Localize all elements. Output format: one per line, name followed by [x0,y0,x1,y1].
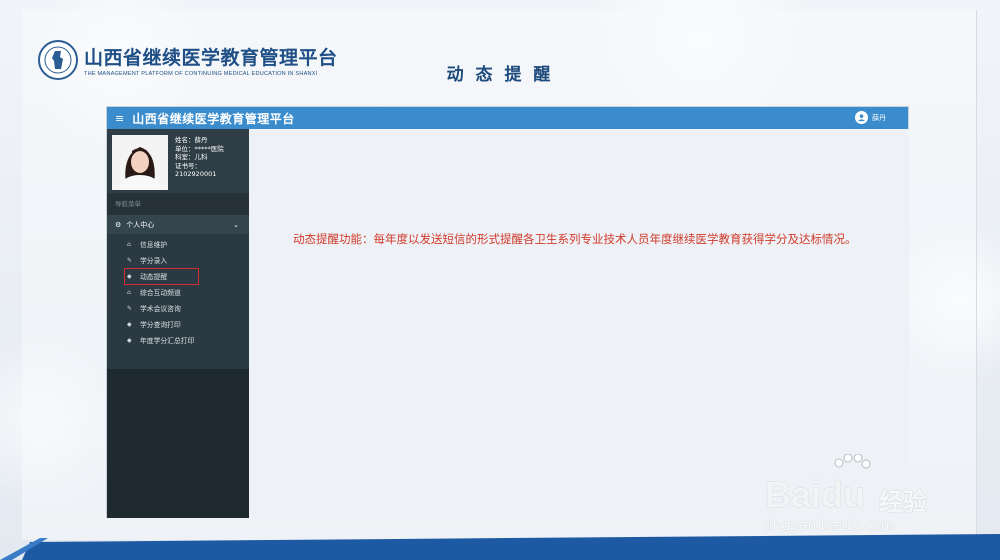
sidebar-item-label: 动态提醒 [140,273,168,281]
nav-group-label: 个人中心 [126,220,155,229]
profile-cert-label: 证书号： [175,161,201,170]
watermark-brand-part1: Bai [765,474,822,515]
user-menu[interactable]: 薛丹 [855,111,886,124]
avatar [112,135,168,190]
watermark-brand-part2: du [821,474,866,515]
nav-list: ⌂ 信息维护 ✎ 学分录入 ◆ 动态提醒 ⌂ 综合互动频道 ✎ 学术会议咨询 ◆… [107,234,249,348]
sidebar-item-label: 学分录入 [140,257,168,265]
profile-unit: 单位：*****医院 [175,144,224,153]
watermark-cn: 经验 [879,488,927,516]
sidebar-item-label: 学术会议咨询 [140,305,181,313]
sidebar-item-credit-query-print[interactable]: ◆ 学分查询打印 [107,316,249,332]
tag-icon: ◆ [127,336,132,344]
user-name: 薛丹 [872,113,886,122]
app-topbar: ≡ 山西省继续医学教育管理平台 薛丹 [107,107,908,129]
tag-icon: ◆ [127,272,132,280]
sidebar-item-label: 学分查询打印 [140,321,181,329]
baidu-watermark: Baidu 经验 jingyan.baidu.com [765,452,965,542]
sidebar-item-label: 综合互动频道 [140,289,181,297]
sidebar-bottom [107,369,249,518]
home-icon: ⌂ [127,288,131,296]
sidebar: 姓名：薛丹 单位：*****医院 科室：儿科 证书号： 2102920001 导… [107,129,249,518]
watermark-brand: Baidu [765,474,865,516]
sidebar-item-info-maintenance[interactable]: ⌂ 信息维护 [107,236,249,252]
sidebar-item-label: 年度学分汇总打印 [140,337,195,345]
sidebar-item-dynamic-reminder[interactable]: ◆ 动态提醒 [107,268,249,285]
chevron-down-icon: ⌄ [233,220,239,229]
profile-cert-number: 2102920001 [175,170,217,179]
menu-icon[interactable]: ≡ [115,112,124,125]
gear-icon: ⚙ [115,220,122,229]
nav-header: 导航菜单 [107,193,249,215]
profile-card: 姓名：薛丹 单位：*****医院 科室：儿科 证书号： 2102920001 [107,129,249,193]
feature-description: 动态提醒功能：每年度以发送短信的形式提醒各卫生系列专业技术人员年度继续医学教育获… [293,232,857,246]
home-icon: ⌂ [127,240,131,248]
user-avatar-icon [855,111,868,124]
sidebar-item-academic-conference[interactable]: ✎ 学术会议咨询 [107,300,249,316]
sidebar-item-interaction-channel[interactable]: ⌂ 综合互动频道 [107,284,249,300]
profile-name: 姓名：薛丹 [175,136,208,144]
watermark-url: jingyan.baidu.com [765,518,895,534]
app-title: 山西省继续医学教育管理平台 [132,111,295,126]
tag-icon: ◆ [127,320,132,328]
sidebar-item-label: 信息维护 [140,241,168,249]
sidebar-item-credit-entry[interactable]: ✎ 学分录入 [107,252,249,268]
nav-group-personal-center[interactable]: ⚙ 个人中心 ⌄ [107,215,249,234]
edit-icon: ✎ [127,256,133,264]
profile-dept: 科室：儿科 [175,153,208,162]
slide-heading: 动 态 提 醒 [446,65,554,85]
edit-icon: ✎ [127,304,133,312]
sidebar-item-annual-summary-print[interactable]: ◆ 年度学分汇总打印 [107,332,249,348]
